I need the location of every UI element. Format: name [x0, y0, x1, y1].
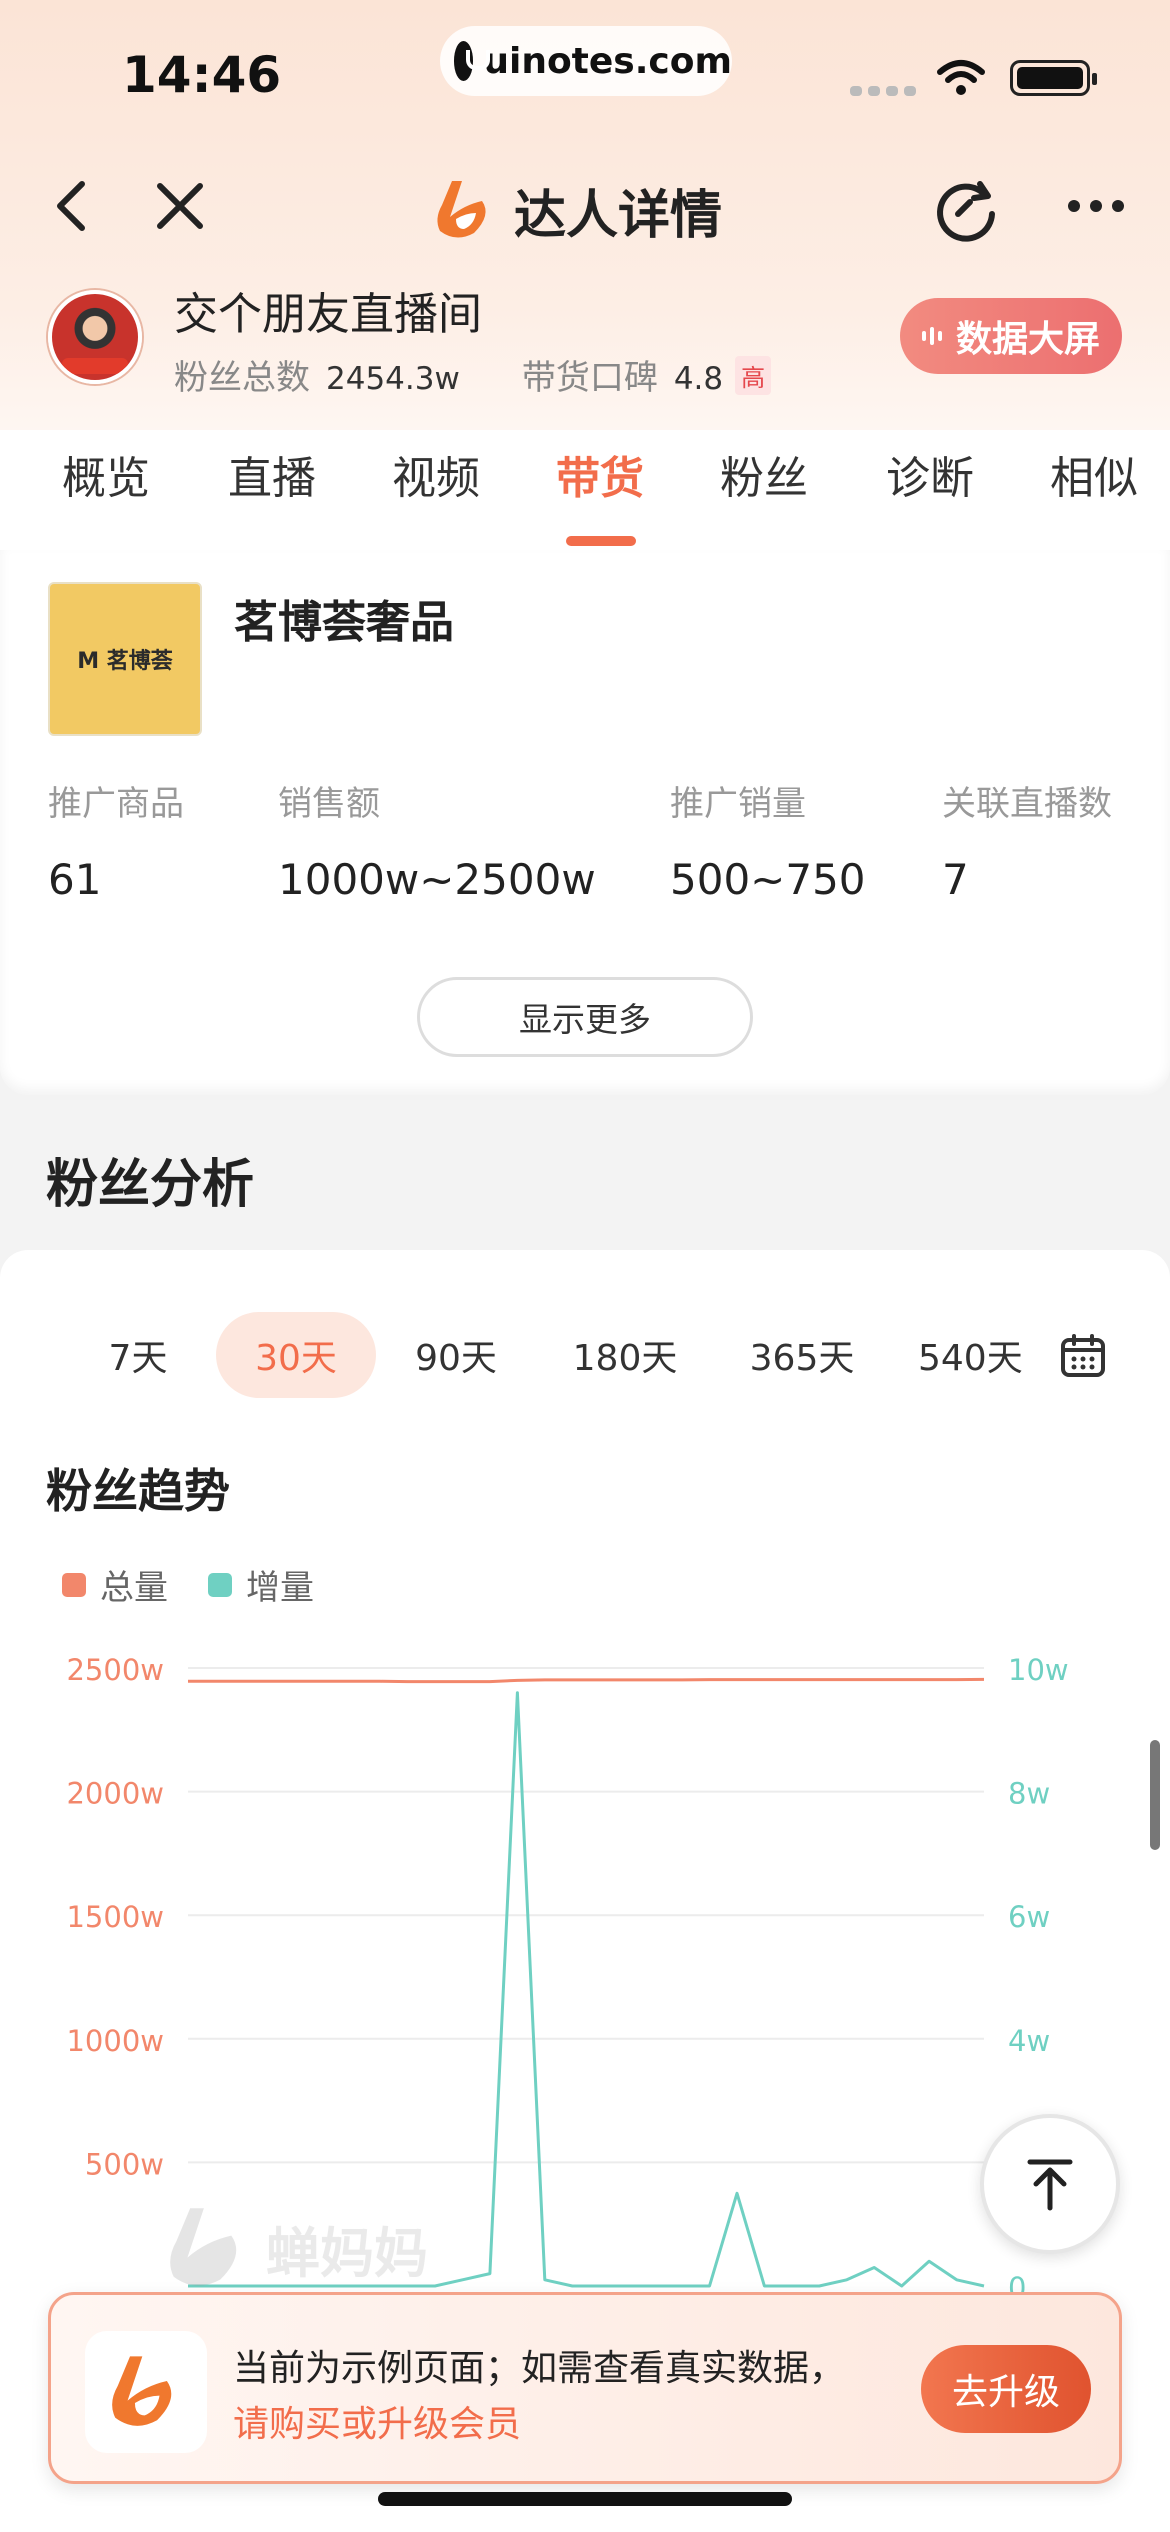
range-540d[interactable]: 540天 — [918, 1312, 1028, 1398]
scrollbar[interactable] — [1150, 1740, 1160, 1850]
chanmama-logo-icon — [437, 181, 486, 238]
site-icon — [454, 41, 491, 81]
watermark-text: 蝉妈妈 — [266, 2221, 428, 2285]
nav-title: 达人详情 — [430, 170, 722, 250]
url-pill[interactable]: uinotes.com — [440, 26, 732, 96]
chart-legend: 总量 增量 — [62, 1560, 354, 1609]
metric-promoted-volume: 推广销量 500~750 — [670, 776, 866, 904]
url-text: uinotes.com — [483, 40, 732, 82]
y-left-tick-label: 2500w — [66, 1653, 164, 1687]
watermark: 蝉妈妈 — [160, 2200, 428, 2296]
legend-swatch-total — [62, 1572, 86, 1597]
status-bar: 14:46 uinotes.com — [0, 0, 1170, 140]
profile-name: 交个朋友直播间 — [174, 289, 482, 340]
y-right-tick-label: 4w — [1008, 2024, 1050, 2058]
metric-value: 61 — [48, 855, 102, 904]
range-365d[interactable]: 365天 — [734, 1312, 870, 1398]
tab-diagnosis[interactable]: 诊断 — [886, 442, 974, 506]
battery-icon — [1010, 60, 1097, 96]
calendar-icon[interactable] — [1060, 1334, 1106, 1378]
range-90d[interactable]: 90天 — [398, 1312, 514, 1398]
metric-label: 推广销量 — [670, 784, 806, 824]
show-more-button[interactable]: 显示更多 — [417, 977, 753, 1057]
metric-sales-amount: 销售额 1000w~2500w — [278, 776, 596, 904]
y-right-tick-label: 10w — [1008, 1653, 1069, 1687]
upgrade-banner: 当前为示例页面；如需查看真实数据， 请购买或升级会员 去升级 — [48, 2292, 1122, 2484]
legend-swatch-increment — [208, 1572, 232, 1597]
metric-value: 7 — [942, 855, 969, 904]
back-to-top-button[interactable] — [980, 2114, 1120, 2254]
series-line-increment[interactable] — [188, 1691, 985, 2288]
range-30d[interactable]: 30天 — [216, 1312, 376, 1398]
banner-message: 当前为示例页面；如需查看真实数据， — [233, 2348, 846, 2389]
banner-link[interactable]: 请购买或升级会员 — [233, 2395, 521, 2447]
nav-bar: 达人详情 — [0, 160, 1170, 260]
trend-title: 粉丝趋势 — [46, 1464, 230, 1518]
y-left-tick-label: 1000w — [66, 2024, 164, 2058]
y-right-tick-label: 6w — [1008, 1900, 1050, 1934]
brand-logo[interactable]: M 茗博荟 — [48, 582, 202, 736]
tab-bar: 概览 直播 视频 带货 粉丝 诊断 相似 — [0, 430, 1170, 550]
tab-video[interactable]: 视频 — [392, 442, 480, 506]
tab-similar[interactable]: 相似 — [1050, 442, 1138, 506]
profile-stats: 粉丝总数 2454.3w 带货口碑 4.8 高 — [174, 350, 772, 399]
data-big-screen-button[interactable]: 数据大屏 — [900, 298, 1122, 374]
reputation-value: 4.8 — [673, 361, 724, 397]
watermark-logo-icon — [170, 2208, 237, 2286]
range-180d[interactable]: 180天 — [560, 1312, 690, 1398]
brand-name[interactable]: 茗博荟奢品 — [234, 586, 454, 650]
signal-icon — [850, 86, 916, 96]
reputation-label: 带货口碑 — [521, 358, 658, 398]
series-line-total[interactable] — [188, 1677, 985, 1684]
tab-fans[interactable]: 粉丝 — [720, 442, 808, 506]
tab-live[interactable]: 直播 — [228, 442, 316, 506]
tab-overview[interactable]: 概览 — [62, 442, 150, 506]
y-left-tick-label: 500w — [85, 2147, 164, 2181]
y-left-tick-label: 1500w — [66, 1900, 164, 1934]
metric-value: 500~750 — [670, 855, 866, 904]
fans-value: 2454.3w — [326, 361, 460, 397]
y-left-tick-label: 2000w — [66, 1777, 164, 1811]
upgrade-button[interactable]: 去升级 — [921, 2345, 1091, 2433]
metric-promoted-products: 推广商品 61 — [48, 776, 184, 904]
fans-label: 粉丝总数 — [174, 358, 310, 398]
reputation-level-badge: 高 — [735, 356, 772, 395]
refresh-icon[interactable] — [930, 174, 1000, 244]
metric-label: 推广商品 — [48, 784, 184, 824]
chart-bars-icon — [921, 327, 942, 345]
status-time: 14:46 — [122, 46, 282, 104]
chanmama-logo-icon — [112, 2356, 172, 2426]
metric-label: 关联直播数 — [942, 784, 1112, 824]
metric-label: 销售额 — [278, 784, 380, 824]
more-icon[interactable] — [1068, 200, 1124, 212]
avatar[interactable] — [48, 290, 142, 384]
legend-total[interactable]: 总量 — [100, 1560, 168, 1609]
metric-value: 1000w~2500w — [278, 855, 596, 904]
range-7d[interactable]: 7天 — [88, 1312, 188, 1398]
section-title: 粉丝分析 — [46, 1155, 255, 1215]
active-tab-indicator — [566, 536, 636, 546]
wifi-icon — [937, 60, 985, 95]
metric-related-lives: 关联直播数 7 — [942, 776, 1112, 904]
close-icon[interactable] — [150, 176, 210, 236]
y-right-tick-label: 8w — [1008, 1777, 1050, 1811]
big-screen-label: 数据大屏 — [955, 319, 1100, 360]
legend-increment[interactable]: 增量 — [246, 1560, 314, 1609]
tab-goods[interactable]: 带货 — [556, 442, 644, 506]
home-indicator — [378, 2492, 792, 2506]
arrow-up-icon — [1027, 2159, 1073, 2211]
banner-logo — [85, 2331, 207, 2453]
page-title: 达人详情 — [514, 185, 723, 246]
back-icon[interactable] — [44, 176, 104, 236]
